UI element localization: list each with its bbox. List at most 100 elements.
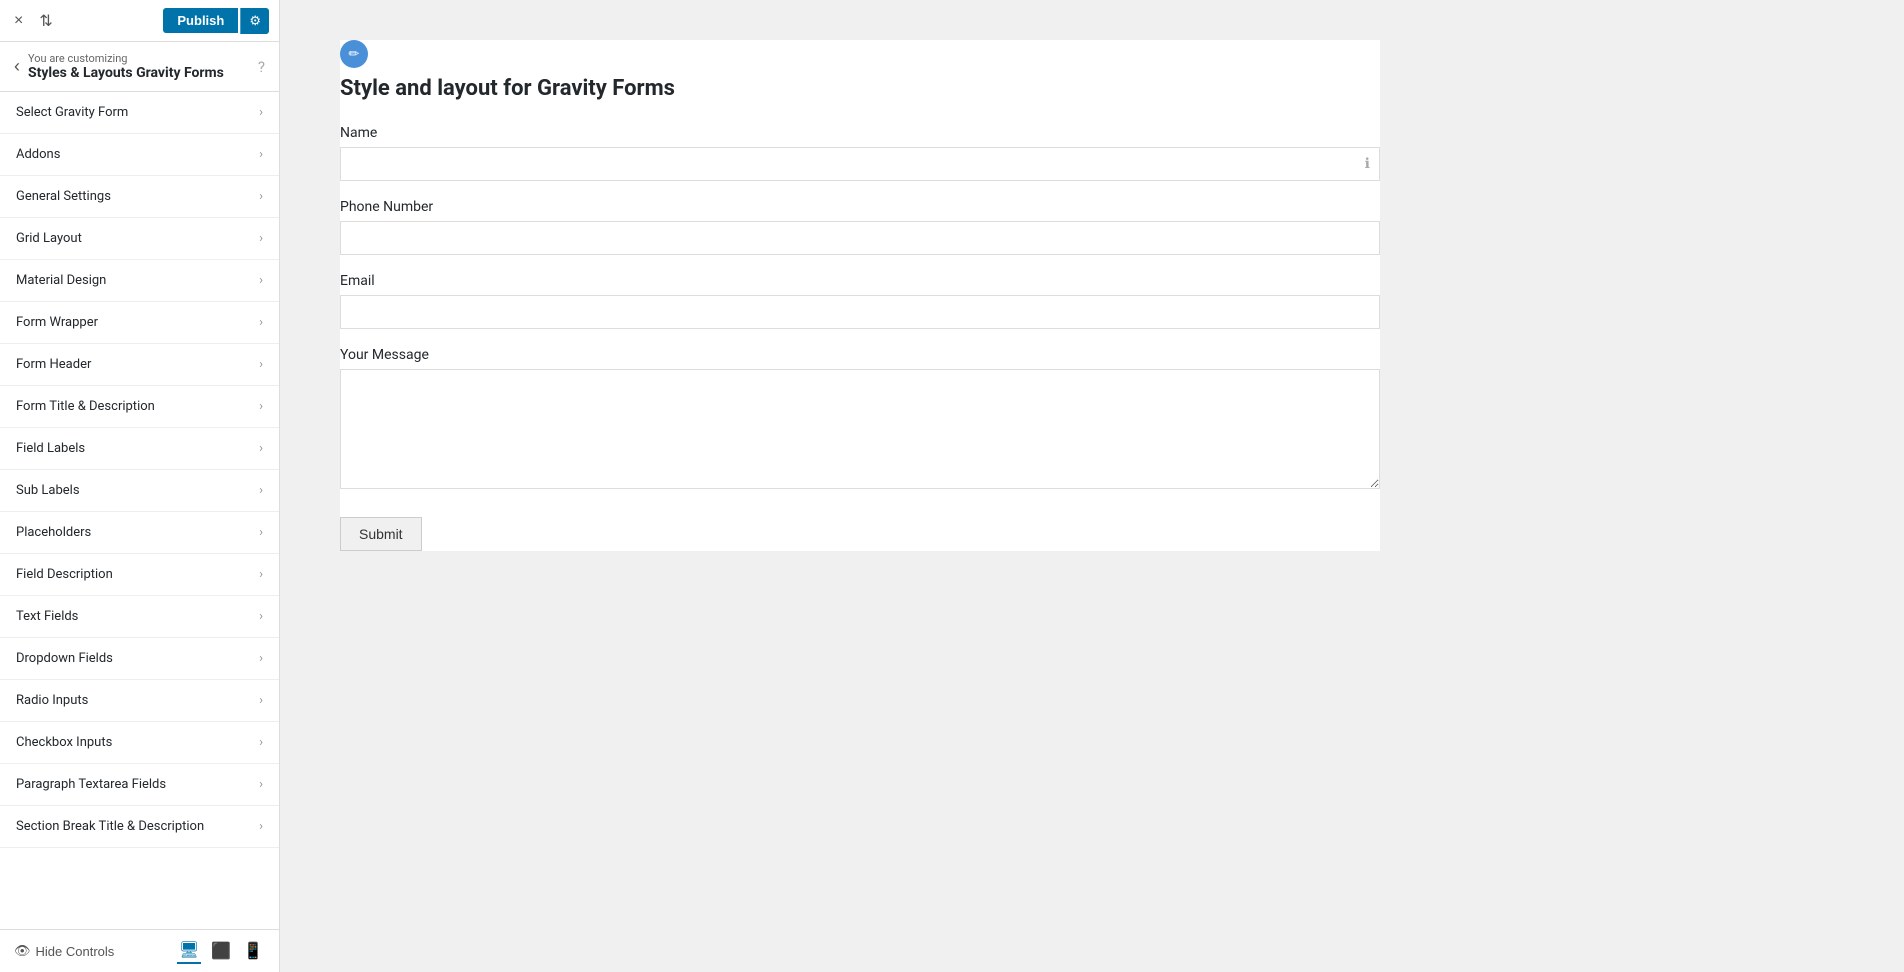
hide-controls-button[interactable]: 👁 Hide Controls bbox=[14, 943, 114, 959]
nav-item-dropdown-fields[interactable]: Dropdown Fields › bbox=[0, 638, 279, 680]
nav-item-label: Radio Inputs bbox=[16, 693, 88, 708]
nav-item-field-labels[interactable]: Field Labels › bbox=[0, 428, 279, 470]
chevron-icon: › bbox=[259, 273, 263, 288]
field-input-0[interactable] bbox=[340, 147, 1380, 181]
nav-item-label: Dropdown Fields bbox=[16, 651, 113, 666]
nav-item-sub-labels[interactable]: Sub Labels › bbox=[0, 470, 279, 512]
nav-item-select-gravity-form[interactable]: Select Gravity Form › bbox=[0, 92, 279, 134]
nav-item-label: Paragraph Textarea Fields bbox=[16, 777, 166, 792]
chevron-icon: › bbox=[259, 525, 263, 540]
sort-button[interactable]: ⇅ bbox=[35, 9, 56, 33]
chevron-icon: › bbox=[259, 483, 263, 498]
chevron-icon: › bbox=[259, 819, 263, 834]
monitor-icon-button[interactable]: 🖥 bbox=[177, 938, 201, 964]
chevron-icon: › bbox=[259, 147, 263, 162]
mobile-icon: 📱 bbox=[243, 943, 263, 960]
nav-item-label: Field Labels bbox=[16, 441, 85, 456]
chevron-icon: › bbox=[259, 105, 263, 120]
chevron-icon: › bbox=[259, 189, 263, 204]
form-edit-icon[interactable]: ✏ bbox=[340, 40, 368, 68]
form-field-group-1: Phone Number bbox=[340, 199, 1380, 255]
sidebar-header: ‹ You are customizing Styles & Layouts G… bbox=[0, 42, 279, 92]
mobile-icon-button[interactable]: 📱 bbox=[241, 939, 265, 963]
nav-item-addons[interactable]: Addons › bbox=[0, 134, 279, 176]
nav-item-label: Sub Labels bbox=[16, 483, 80, 498]
nav-item-label: Form Wrapper bbox=[16, 315, 98, 330]
nav-item-grid-layout[interactable]: Grid Layout › bbox=[0, 218, 279, 260]
form-field-group-3: Your Message bbox=[340, 347, 1380, 493]
help-icon[interactable]: ? bbox=[258, 58, 265, 76]
nav-item-label: General Settings bbox=[16, 189, 111, 204]
nav-item-label: Form Title & Description bbox=[16, 399, 155, 414]
field-label-0: Name bbox=[340, 125, 1380, 141]
nav-item-text-fields[interactable]: Text Fields › bbox=[0, 596, 279, 638]
chevron-icon: › bbox=[259, 693, 263, 708]
tablet-icon: ⬛ bbox=[211, 943, 231, 960]
nav-item-section-break-title-&-description[interactable]: Section Break Title & Description › bbox=[0, 806, 279, 848]
nav-item-label: Select Gravity Form bbox=[16, 105, 128, 120]
form-field-group-0: Name ℹ bbox=[340, 125, 1380, 181]
main-content: ✏ Style and layout for Gravity Forms Nam… bbox=[280, 0, 1904, 972]
nav-item-label: Material Design bbox=[16, 273, 106, 288]
nav-item-form-header[interactable]: Form Header › bbox=[0, 344, 279, 386]
nav-item-label: Addons bbox=[16, 147, 60, 162]
field-input-wrap-0: ℹ bbox=[340, 147, 1380, 181]
chevron-icon: › bbox=[259, 441, 263, 456]
nav-item-checkbox-inputs[interactable]: Checkbox Inputs › bbox=[0, 722, 279, 764]
field-label-3: Your Message bbox=[340, 347, 1380, 363]
chevron-icon: › bbox=[259, 399, 263, 414]
nav-item-label: Grid Layout bbox=[16, 231, 82, 246]
chevron-icon: › bbox=[259, 231, 263, 246]
publish-button[interactable]: Publish bbox=[163, 8, 238, 33]
sidebar: × ⇅ Publish ⚙ ‹ You are customizing Styl… bbox=[0, 0, 280, 972]
field-input-1[interactable] bbox=[340, 221, 1380, 255]
chevron-icon: › bbox=[259, 651, 263, 666]
publish-gear-button[interactable]: ⚙ bbox=[240, 8, 269, 34]
topbar-left: × ⇅ bbox=[10, 9, 57, 33]
nav-item-field-description[interactable]: Field Description › bbox=[0, 554, 279, 596]
form-fields-container: Name ℹ Phone Number Email Your Message bbox=[340, 125, 1380, 493]
device-icons: 🖥 ⬛ 📱 bbox=[177, 938, 265, 964]
nav-item-label: Text Fields bbox=[16, 609, 78, 624]
publish-bar: Publish ⚙ bbox=[163, 8, 269, 34]
nav-item-paragraph-textarea-fields[interactable]: Paragraph Textarea Fields › bbox=[0, 764, 279, 806]
header-text: You are customizing Styles & Layouts Gra… bbox=[28, 52, 250, 81]
back-button[interactable]: ‹ bbox=[14, 56, 20, 77]
tablet-icon-button[interactable]: ⬛ bbox=[209, 939, 233, 963]
chevron-icon: › bbox=[259, 777, 263, 792]
nav-item-general-settings[interactable]: General Settings › bbox=[0, 176, 279, 218]
you-are-label: You are customizing bbox=[28, 52, 250, 65]
chevron-icon: › bbox=[259, 735, 263, 750]
submit-button[interactable]: Submit bbox=[340, 517, 422, 551]
customizer-title: Styles & Layouts Gravity Forms bbox=[28, 65, 250, 81]
nav-list: Select Gravity Form › Addons › General S… bbox=[0, 92, 279, 929]
nav-item-radio-inputs[interactable]: Radio Inputs › bbox=[0, 680, 279, 722]
nav-item-label: Checkbox Inputs bbox=[16, 735, 112, 750]
input-info-icon-0: ℹ bbox=[1365, 156, 1370, 172]
chevron-icon: › bbox=[259, 609, 263, 624]
close-button[interactable]: × bbox=[10, 10, 27, 32]
sidebar-bottom: 👁 Hide Controls 🖥 ⬛ 📱 bbox=[0, 929, 279, 972]
nav-item-label: Form Header bbox=[16, 357, 91, 372]
form-preview: ✏ Style and layout for Gravity Forms Nam… bbox=[340, 40, 1380, 551]
hide-controls-label: Hide Controls bbox=[36, 944, 115, 959]
field-input-2[interactable] bbox=[340, 295, 1380, 329]
nav-item-material-design[interactable]: Material Design › bbox=[0, 260, 279, 302]
eye-icon: 👁 bbox=[14, 943, 31, 959]
nav-item-label: Section Break Title & Description bbox=[16, 819, 204, 834]
field-textarea-3[interactable] bbox=[340, 369, 1380, 489]
form-main-title: Style and layout for Gravity Forms bbox=[340, 76, 1380, 101]
nav-item-label: Placeholders bbox=[16, 525, 91, 540]
nav-item-label: Field Description bbox=[16, 567, 113, 582]
chevron-icon: › bbox=[259, 315, 263, 330]
nav-item-form-wrapper[interactable]: Form Wrapper › bbox=[0, 302, 279, 344]
form-field-group-2: Email bbox=[340, 273, 1380, 329]
chevron-icon: › bbox=[259, 567, 263, 582]
monitor-icon: 🖥 bbox=[179, 942, 199, 959]
nav-item-placeholders[interactable]: Placeholders › bbox=[0, 512, 279, 554]
sidebar-topbar: × ⇅ Publish ⚙ bbox=[0, 0, 279, 42]
chevron-icon: › bbox=[259, 357, 263, 372]
nav-item-form-title-&-description[interactable]: Form Title & Description › bbox=[0, 386, 279, 428]
field-label-2: Email bbox=[340, 273, 1380, 289]
field-label-1: Phone Number bbox=[340, 199, 1380, 215]
